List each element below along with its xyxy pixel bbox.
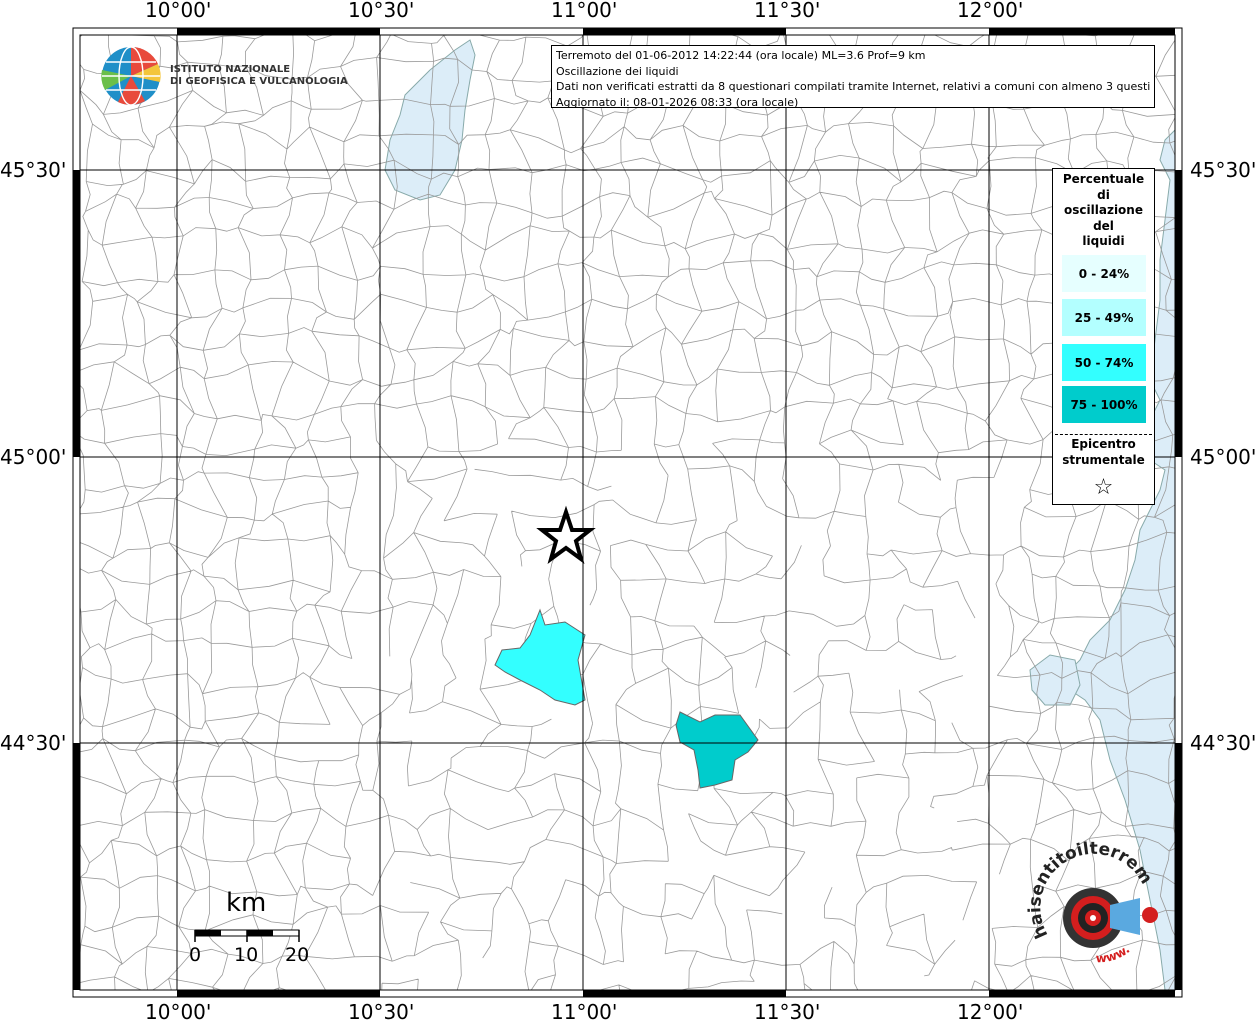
lon-label-bottom-5: 12°00' bbox=[957, 1000, 1024, 1024]
lon-label-bottom-2: 10°30' bbox=[348, 1000, 415, 1024]
legend-title-line: Percentuale bbox=[1062, 172, 1145, 186]
legend-epicenter-line: Epicentro bbox=[1071, 437, 1136, 451]
legend-title: Percentuale di oscillazione del liquidi bbox=[1053, 172, 1154, 250]
legend-class-50-74: 50 - 74% bbox=[1062, 344, 1146, 381]
lon-label-top-4: 11°30' bbox=[754, 0, 821, 22]
event-info-box: Terremoto del 01-06-2012 14:22:44 (ora l… bbox=[551, 45, 1155, 109]
legend-class-0-24: 0 - 24% bbox=[1062, 255, 1146, 292]
lat-label-left-2: 45°00' bbox=[0, 445, 67, 469]
lake-garda bbox=[384, 39, 476, 201]
legend-title-line: di bbox=[1097, 187, 1110, 202]
scale-tick-label: 10 bbox=[234, 944, 259, 966]
ingv-logo-text: ISTITUTO NAZIONALE DI GEOFISICA E VULCAN… bbox=[170, 64, 348, 88]
municipality-50-74 bbox=[494, 608, 586, 706]
lon-label-top-2: 10°30' bbox=[348, 0, 415, 22]
legend-star-icon: ☆ bbox=[1093, 475, 1114, 500]
hst-badge-text: haisentitoilterremoto.it bbox=[0, 0, 1156, 941]
hst-badge-icon: haisentitoilterremoto.it www. bbox=[0, 0, 1158, 965]
legend-title-line: oscillazione bbox=[1064, 203, 1143, 217]
ingv-logo-line: DI GEOFISICA E VULCANOLOGIA bbox=[170, 76, 348, 87]
legend-separator bbox=[1055, 434, 1152, 435]
lon-label-top-5: 12°00' bbox=[957, 0, 1024, 22]
lat-label-right-2: 45°00' bbox=[1190, 445, 1256, 469]
ingv-logo-line: ISTITUTO NAZIONALE bbox=[170, 64, 291, 75]
map-canvas: haisentitoilterremoto.it www. bbox=[0, 0, 1183, 998]
lat-label-left-3: 44°30' bbox=[0, 731, 67, 755]
lon-label-bottom-3: 11°00' bbox=[551, 1000, 618, 1024]
scale-tick-label: 0 bbox=[189, 944, 202, 966]
legend-class-25-49: 25 - 49% bbox=[1062, 299, 1146, 336]
legend: Percentuale di oscillazione del liquidi … bbox=[1052, 168, 1155, 505]
scale-unit-label: km bbox=[226, 888, 267, 918]
event-info-line: Terremoto del 01-06-2012 14:22:44 (ora l… bbox=[556, 49, 926, 62]
lat-label-right-1: 45°30' bbox=[1190, 158, 1256, 182]
municipality-75-100 bbox=[675, 711, 759, 789]
legend-epicenter-label: Epicentro strumentale bbox=[1053, 437, 1154, 468]
legend-title-line: liquidi bbox=[1082, 234, 1125, 248]
svg-text:haisentitoilterremoto.it: haisentitoilterremoto.it bbox=[0, 0, 1156, 941]
lon-label-top-1: 10°00' bbox=[145, 0, 212, 22]
legend-class-75-100: 75 - 100% bbox=[1062, 386, 1146, 423]
legend-epicenter-line: strumentale bbox=[1062, 452, 1145, 467]
legend-title-line: del bbox=[1093, 218, 1114, 233]
lat-label-right-3: 44°30' bbox=[1190, 731, 1256, 755]
lon-label-top-3: 11°00' bbox=[551, 0, 618, 22]
scale-bar bbox=[194, 929, 300, 942]
scale-tick-label: 20 bbox=[285, 944, 310, 966]
lon-label-bottom-1: 10°00' bbox=[145, 1000, 212, 1024]
event-info-line: Aggiornato il: 08-01-2026 08:33 (ora loc… bbox=[556, 95, 799, 109]
lon-label-bottom-4: 11°30' bbox=[754, 1000, 821, 1024]
lat-label-left-1: 45°30' bbox=[0, 158, 67, 182]
event-info-line: Oscillazione dei liquidi bbox=[556, 64, 679, 78]
event-info-line: Dati non verificati estratti da 8 questi… bbox=[556, 80, 1150, 93]
